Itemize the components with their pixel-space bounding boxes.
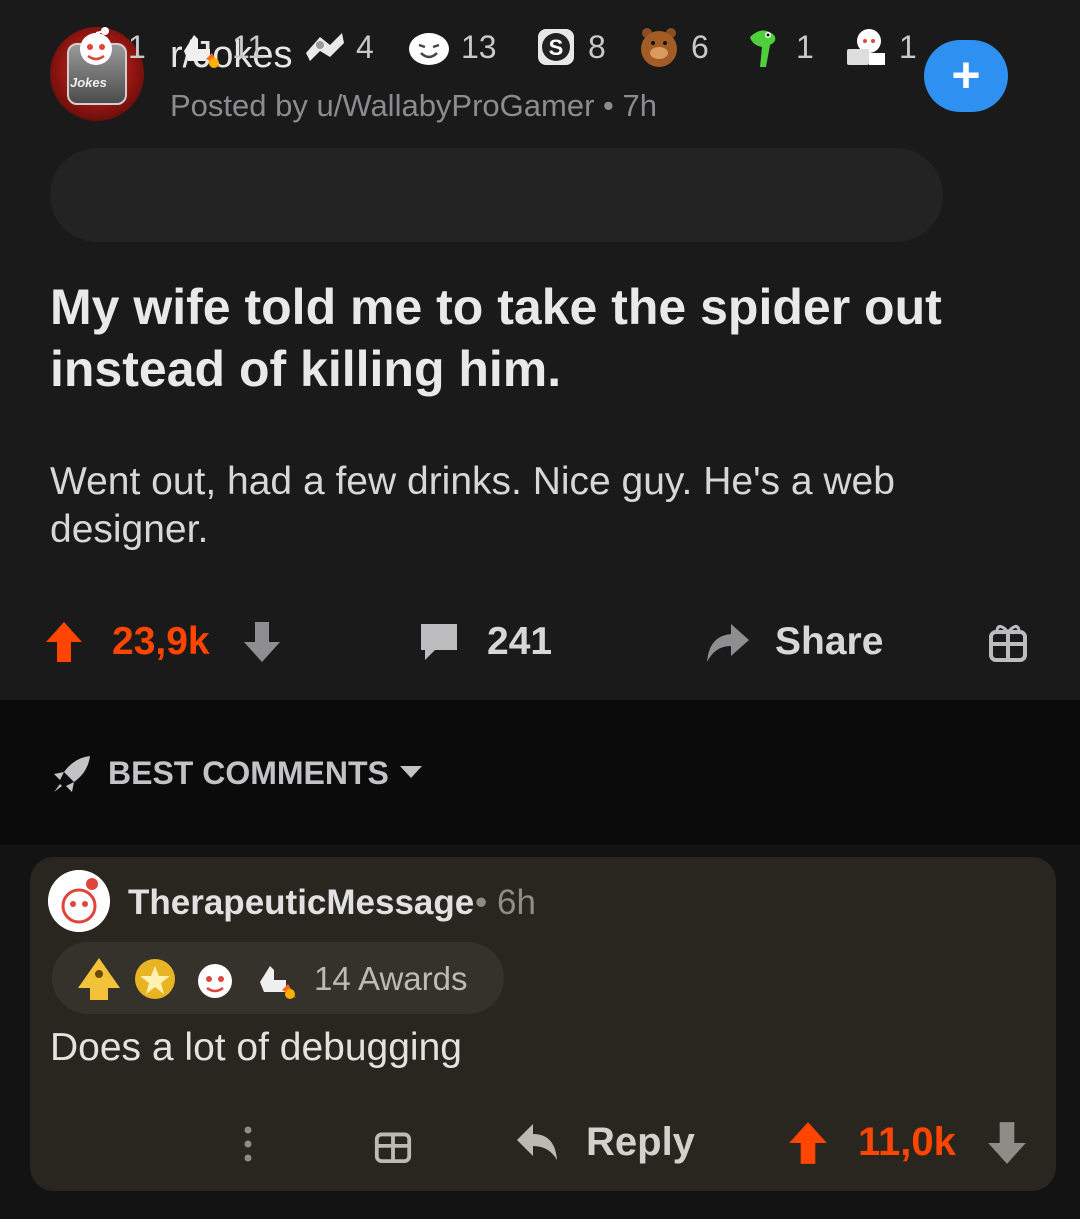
chevron-down-icon[interactable] [398, 764, 424, 780]
award-count: 11 [232, 28, 266, 65]
awards-count-label[interactable]: 14 Awards [314, 960, 468, 998]
more-options-icon[interactable] [238, 1124, 258, 1164]
laughing-face-award-icon [409, 33, 449, 65]
rocket-like-award-icon [260, 966, 296, 999]
downvote-icon[interactable] [986, 1120, 1028, 1166]
take-my-power-award-icon [306, 33, 344, 61]
award-count: 1 [899, 28, 917, 65]
post-title[interactable]: My wife told me to take the spider out i… [50, 276, 1010, 400]
award-item[interactable]: 13 [405, 23, 497, 71]
wholesome-award-icon [80, 27, 112, 65]
share-icon[interactable] [703, 618, 751, 666]
award-count: 6 [691, 28, 709, 65]
award-item[interactable]: S 8 [532, 23, 606, 71]
avatar-logo-text: Jokes [70, 75, 107, 90]
award-count: 13 [461, 28, 497, 65]
comment-body: Does a lot of debugging [50, 1026, 462, 1069]
downvote-icon[interactable] [242, 620, 282, 664]
avatar[interactable] [48, 870, 110, 932]
reply-button[interactable]: Reply [586, 1120, 695, 1165]
upvote-icon[interactable] [44, 620, 84, 664]
post-body: Went out, had a few drinks. Nice guy. He… [50, 460, 895, 551]
post-meta[interactable]: Posted by u/WallabyProGamer • 7h [170, 88, 657, 124]
comment-username[interactable]: TherapeuticMessage [128, 883, 474, 923]
s-coin-award-icon: S [538, 29, 574, 65]
award-item[interactable]: 1 [843, 23, 917, 71]
gold-pyramid-award-icon [78, 958, 120, 1000]
snoo-reading-award-icon [847, 29, 885, 65]
awards-bar[interactable] [50, 148, 943, 242]
comment-icon[interactable] [417, 620, 461, 664]
join-button[interactable]: + [924, 40, 1008, 112]
reply-icon[interactable] [515, 1120, 561, 1164]
upvote-icon[interactable] [787, 1120, 829, 1166]
share-button[interactable]: Share [775, 620, 883, 664]
snake-award-icon [750, 30, 776, 67]
award-count: 4 [356, 28, 374, 65]
svg-text:S: S [549, 35, 564, 60]
sort-dropdown[interactable]: BEST COMMENTS [108, 755, 389, 792]
award-count: 1 [128, 28, 146, 65]
comment-count[interactable]: 241 [487, 620, 552, 664]
award-item[interactable]: 1 [740, 23, 814, 71]
award-count: 8 [588, 28, 606, 65]
wholesome-award-icon [198, 964, 232, 998]
rocket-icon [54, 756, 90, 792]
award-count: 1 [796, 28, 814, 65]
award-item[interactable]: 6 [635, 23, 709, 71]
post-score: 23,9k [112, 620, 210, 663]
gift-award-icon[interactable] [987, 620, 1029, 662]
bear-award-icon [641, 28, 677, 67]
gold-star-award-icon [135, 959, 175, 999]
rocket-like-award-icon [184, 35, 220, 68]
snoo-avatar-icon [48, 870, 110, 932]
comment-score: 11,0k [858, 1120, 956, 1164]
comment-time: • 6h [475, 883, 536, 922]
gift-award-icon[interactable] [373, 1123, 413, 1163]
award-item[interactable]: 11 [176, 23, 265, 71]
award-item[interactable]: 4 [300, 23, 374, 71]
award-item[interactable]: 1 [72, 23, 146, 71]
